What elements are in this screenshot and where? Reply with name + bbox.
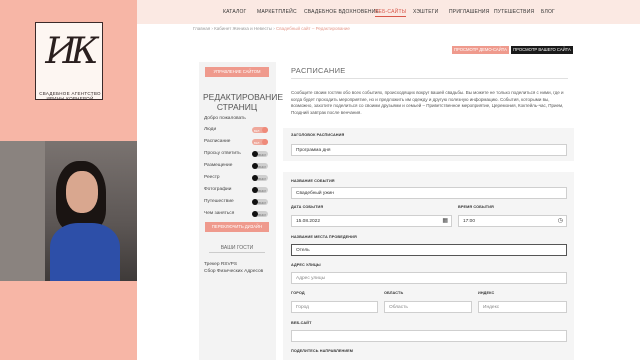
field-label: ПОДЕЛИТЕСЬ НАПРАВЛЕНИЕМ — [291, 349, 354, 353]
field-label: НАЗВАНИЕ СОБЫТИЯ — [291, 179, 335, 183]
field-label: ДАТА СОБЫТИЯ — [291, 205, 324, 209]
breadcrumb: Главная › Кабинет Жениха и Невесты › Сва… — [193, 26, 350, 31]
nav-catalog[interactable]: КАТАЛОГ — [223, 9, 246, 15]
webcam-overlay — [0, 141, 137, 281]
breadcrumb-separator: › — [273, 26, 275, 31]
top-navigation: КАТАЛОГ МАРКЕТПЛЕЙС СВАДЕБНОЕ ВДОХНОВЕНИ… — [137, 0, 640, 24]
field-label: ГОРОД — [291, 291, 305, 295]
view-demo-site-button[interactable]: ПРОСМОТР ДЕМО-САЙТА — [452, 46, 509, 54]
page-toggle[interactable]: ВЫКЛ — [252, 199, 268, 205]
city-input[interactable]: Город — [291, 301, 378, 313]
page-title: РАСПИСАНИЕ — [291, 66, 346, 75]
page-toggle[interactable]: ВЫКЛ — [252, 187, 268, 193]
event-card: НАЗВАНИЕ СОБЫТИЯ Свадебный ужин ДАТА СОБ… — [283, 172, 574, 360]
sidebar-item-label: Фотографии — [204, 187, 232, 192]
breadcrumb-home[interactable]: Главная — [193, 26, 210, 31]
sidebar-item-label: Добро пожаловать — [204, 116, 246, 121]
field-label: ВРЕМЯ СОБЫТИЯ — [458, 205, 494, 209]
nav-blog[interactable]: БЛОГ — [541, 9, 555, 15]
sidebar-item-accommodation[interactable]: Размещение ВЫКЛ — [204, 162, 270, 170]
schedule-heading-input[interactable]: Программа дня — [291, 144, 567, 156]
breadcrumb-current: Свадебный сайт – Редактирование — [276, 26, 350, 31]
page-toggle[interactable]: ВЫКЛ — [252, 211, 268, 217]
page-toggle[interactable]: ВКЛ — [252, 127, 268, 133]
street-address-input[interactable]: Адрес улицы — [291, 272, 567, 284]
nav-websites[interactable]: ВЕБ-САЙТЫ — [375, 9, 407, 17]
page-toggle[interactable]: ВЫКЛ — [252, 175, 268, 181]
sidebar-item-registry[interactable]: Реестр ВЫКЛ — [204, 174, 270, 182]
logo-agency-name: ИРИНЫ КОРНЕВОЙ — [46, 96, 94, 101]
webcam-background — [0, 141, 45, 281]
calendar-icon[interactable]: ▦ — [442, 216, 448, 227]
schedule-heading-card: ЗАГОЛОВОК РАСПИСАНИЯ Программа дня — [283, 128, 574, 161]
sidebar-item-label: Путешествие — [204, 199, 234, 204]
schedule-description: Сообщите своим гостям обо всех событиях,… — [291, 90, 564, 115]
rsvp-tracker-link[interactable]: Трекер RSVPS — [204, 262, 237, 267]
field-label: ОБЛАСТЬ — [384, 291, 404, 295]
schedule-editor: РАСПИСАНИЕ Сообщите своим гостям обо все… — [283, 62, 574, 360]
field-label: ЗАГОЛОВОК РАСПИСАНИЯ — [291, 133, 345, 137]
logo-monogram: ИК — [45, 31, 98, 72]
nav-invitations[interactable]: ПРИГЛАШЕНИЯ — [449, 9, 490, 15]
nav-inspiration[interactable]: СВАДЕБНОЕ ВДОХНОВЕНИЕ — [304, 9, 379, 15]
sidebar-item-label: Реестр — [204, 175, 220, 180]
divider — [209, 252, 265, 253]
page-toggle[interactable]: ВКЛ — [252, 139, 268, 145]
website-input[interactable] — [291, 330, 567, 342]
sidebar-item-label: Просьу ответить — [204, 151, 241, 156]
sidebar-item-label: Расписание — [204, 139, 231, 144]
nav-marketplace[interactable]: МАРКЕТПЛЕЙС — [257, 9, 297, 15]
breadcrumb-separator: › — [211, 26, 213, 31]
field-label: ВЕБ-САЙТ — [291, 321, 312, 325]
event-time-input[interactable]: 17:00 ◷ — [458, 215, 567, 227]
view-your-site-button[interactable]: ПРОСМОТР ВАШЕГО САЙТА — [511, 46, 573, 54]
sidebar-item-label: Размещение — [204, 163, 233, 168]
venue-name-input[interactable]: Отель — [291, 244, 567, 256]
edit-pages-title: РЕДАКТИРОВАНИЕ СТРАНИЦ — [203, 92, 284, 112]
presenter-body — [50, 223, 120, 281]
page-toggle[interactable]: ВЫКЛ — [252, 151, 268, 157]
event-date-value: 15.08.2022 — [296, 219, 321, 224]
presenter-face — [66, 171, 98, 213]
divider — [291, 78, 568, 79]
field-label: НАЗВАНИЕ МЕСТА ПРОВЕДЕНИЯ — [291, 235, 357, 239]
nav-hashtags[interactable]: ХЭШТЕГИ — [413, 9, 438, 15]
sidebar-item-rsvp[interactable]: Просьу ответить ВЫКЛ — [204, 150, 270, 158]
region-input[interactable]: Область — [384, 301, 472, 313]
field-label: ИНДЕКС — [478, 291, 495, 295]
agency-logo[interactable]: ИК СВАДЕБНОЕ АГЕНТСТВО ИРИНЫ КОРНЕВОЙ — [35, 22, 103, 101]
switch-design-button[interactable]: ПЕРЕКЛЮЧИТЬ ДИЗАЙН — [205, 222, 269, 232]
nav-travel[interactable]: ПУТЕШЕСТВИЯ — [494, 9, 534, 15]
sidebar-item-label: Люди — [204, 127, 217, 132]
sidebar-item-people[interactable]: Люди ВКЛ — [204, 126, 270, 134]
editor-sidebar: УПРАВЛЕНИЕ САЙТОМ РЕДАКТИРОВАНИЕ СТРАНИЦ… — [199, 62, 284, 360]
sidebar-item-welcome[interactable]: Добро пожаловать — [204, 115, 270, 123]
zip-input[interactable]: Индекс — [478, 301, 567, 313]
clock-icon[interactable]: ◷ — [558, 216, 563, 227]
sidebar-item-schedule[interactable]: Расписание ВКЛ — [204, 138, 270, 146]
manage-site-button[interactable]: УПРАВЛЕНИЕ САЙТОМ — [205, 67, 269, 77]
sidebar-item-label: Чем заняться — [204, 211, 235, 216]
your-guests-heading: ВАШИ ГОСТИ — [220, 245, 254, 251]
sidebar-item-travel[interactable]: Путешествие ВЫКЛ — [204, 198, 270, 206]
event-name-input[interactable]: Свадебный ужин — [291, 187, 567, 199]
event-time-value: 17:00 — [463, 219, 476, 224]
address-collection-link[interactable]: Сбор Физических Адресов — [204, 269, 263, 274]
sidebar-item-photos[interactable]: Фотографии ВЫКЛ — [204, 186, 270, 194]
event-date-input[interactable]: 15.08.2022 ▦ — [291, 215, 452, 227]
sidebar-item-things-to-do[interactable]: Чем заняться ВЫКЛ — [204, 210, 270, 218]
field-label: АДРЕС УЛИЦЫ — [291, 263, 321, 267]
breadcrumb-cabinet[interactable]: Кабинет Жениха и Невесты — [214, 26, 272, 31]
page-toggle[interactable]: ВЫКЛ — [252, 163, 268, 169]
